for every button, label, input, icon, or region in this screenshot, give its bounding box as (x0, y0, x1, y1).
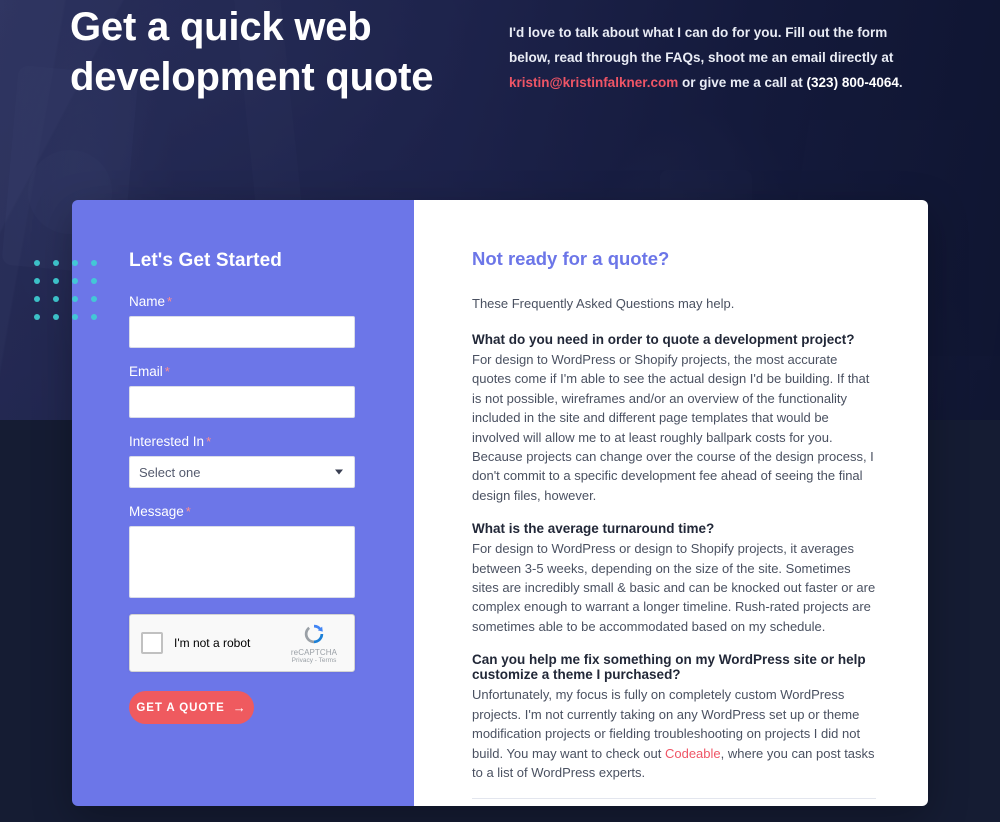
arrow-right-icon: → (232, 700, 247, 715)
faq-item: Can you help me fix something on my Word… (472, 652, 876, 782)
faq-heading: Not ready for a quote? (472, 248, 670, 269)
hero-intro-text-start: I'd love to talk about what I can do for… (509, 25, 894, 65)
faq-answer: Unfortunately, my focus is fully on comp… (472, 685, 876, 782)
codeable-link[interactable]: Codeable (665, 746, 721, 761)
required-asterisk: * (206, 434, 212, 449)
dot (91, 278, 97, 284)
dot (72, 260, 78, 266)
dot (34, 260, 40, 266)
faq-panel: Not ready for a quote? These Frequently … (414, 200, 928, 806)
form-heading: Let's Get Started (129, 250, 282, 271)
interested-in-select[interactable]: Select one (129, 456, 355, 488)
recaptcha-label: I'm not a robot (174, 636, 251, 650)
quote-form-panel: Let's Get Started Name * Email * Intereste… (72, 200, 414, 806)
required-asterisk: * (164, 364, 170, 379)
interested-in-label: Interested In * (129, 434, 371, 449)
dot (91, 314, 97, 320)
email-input[interactable] (129, 386, 355, 418)
message-textarea[interactable] (129, 526, 355, 598)
recaptcha-brand-name: reCAPTCHA (290, 648, 338, 657)
faq-question: Can you help me fix something on my Word… (472, 652, 866, 683)
hero-intro-text-middle: or give me a call at (678, 75, 807, 90)
recaptcha-icon (304, 624, 324, 644)
recaptcha-terms-link[interactable]: Privacy - Terms (283, 657, 345, 664)
name-label: Name * (129, 294, 371, 309)
quote-card: Let's Get Started Name * Email * Intereste… (72, 200, 928, 806)
faq-divider (472, 798, 876, 800)
required-asterisk: * (167, 294, 173, 309)
name-label-text: Name (129, 294, 166, 309)
recaptcha-widget[interactable]: I'm not a robot reCAPTCHA Privacy - Term… (129, 614, 355, 672)
email-label-text: Email (129, 364, 163, 379)
email-link[interactable]: kristin@kristinfalkner.com (509, 75, 678, 90)
message-label: Message * (129, 504, 371, 519)
get-a-quote-label: GET A QUOTE (136, 701, 225, 714)
page-title: Get a quick web development quote (70, 5, 434, 99)
dot (72, 296, 78, 302)
recaptcha-branding: reCAPTCHA Privacy - Terms (283, 621, 345, 664)
dot (34, 314, 40, 320)
dot (91, 296, 97, 302)
field-interested-in: Interested In * Select one (129, 434, 371, 488)
recaptcha-checkbox[interactable] (141, 632, 163, 654)
dot (53, 278, 59, 284)
phone-number[interactable]: (323) 800-4064 (807, 75, 899, 90)
faq-item: What do you need in order to quote a dev… (472, 332, 876, 505)
faq-question: What do you need in order to quote a dev… (472, 332, 855, 347)
message-label-text: Message (129, 504, 184, 519)
dot (72, 314, 78, 320)
chevron-down-icon (335, 469, 343, 475)
dot (72, 278, 78, 284)
dot (91, 260, 97, 266)
name-input[interactable] (129, 316, 355, 348)
faq-question: What is the average turnaround time? (472, 521, 715, 537)
dot (53, 314, 59, 320)
get-a-quote-button[interactable]: GET A QUOTE → (129, 691, 254, 724)
dot (53, 296, 59, 302)
field-message: Message * (129, 504, 371, 598)
field-email: Email * (129, 364, 371, 418)
field-name: Name * (129, 294, 371, 348)
email-label: Email * (129, 364, 371, 379)
dot (53, 260, 59, 266)
interested-in-selected-value: Select one (139, 464, 201, 480)
dot (34, 278, 40, 284)
faq-item: What is the average turnaround time? For… (472, 521, 876, 636)
faq-answer: For design to WordPress or design to Sho… (472, 541, 876, 634)
decorative-dot-grid (34, 260, 110, 332)
faq-lede: These Frequently Asked Questions may hel… (472, 296, 735, 311)
hero-intro-text-end: . (898, 75, 903, 90)
hero-intro-paragraph: I'd love to talk about what I can do for… (509, 20, 929, 95)
faq-answer: For design to WordPress or Shopify proje… (472, 352, 874, 503)
required-asterisk: * (185, 504, 191, 519)
hero-content: Get a quick web development quote I'd lo… (0, 0, 1000, 200)
interested-in-label-text: Interested In (129, 434, 205, 449)
dot (34, 296, 40, 302)
